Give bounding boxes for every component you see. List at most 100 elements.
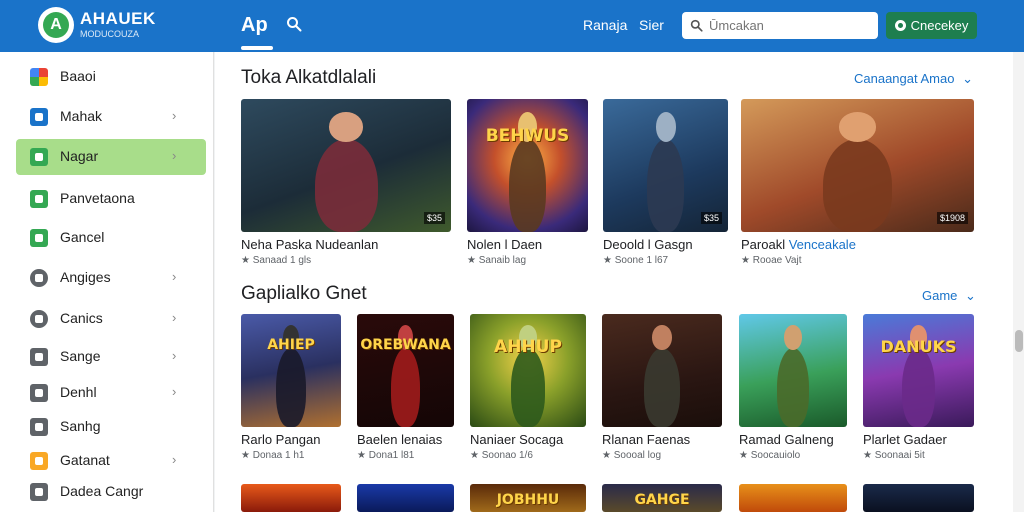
game-title[interactable]: Baelen lenaias — [357, 432, 442, 447]
sidebar-item-label: Gatanat — [60, 452, 110, 468]
game-title-text: Deoold l Gasgn — [603, 237, 693, 252]
icon-glyph — [35, 389, 43, 397]
top-link-sier[interactable]: Sier — [639, 17, 664, 33]
top-bar: A AHAUEK MODUCOUZA Ap Ranaja Sier Cnecek… — [0, 0, 1024, 52]
game-thumbnail[interactable] — [739, 314, 847, 427]
chevron-right-icon: › — [172, 452, 177, 467]
character-figure — [276, 347, 306, 427]
character-head — [838, 112, 877, 142]
game-title[interactable]: Neha Paska Nudeanlan — [241, 237, 378, 252]
game-title-text: Plarlet Gadaer — [863, 432, 947, 447]
section-title-1: Toka Alkatdlalali — [241, 67, 377, 88]
search-icon[interactable] — [286, 16, 302, 32]
chevron-right-icon: › — [172, 348, 177, 363]
game-title-text: Naniaer Socaga — [470, 432, 564, 447]
signin-label: Cnecekey — [910, 18, 969, 33]
character-figure — [509, 138, 546, 232]
game-thumbnail[interactable]: GAHGE — [602, 484, 722, 512]
search-icon — [690, 19, 703, 32]
game-title[interactable]: Paroakl Venceakale — [741, 237, 856, 252]
game-title-text: Ramad Galneng — [739, 432, 834, 447]
scrollbar-track[interactable] — [1013, 52, 1024, 512]
chevron-right-icon: › — [172, 269, 177, 284]
game-title[interactable]: Naniaer Socaga — [470, 432, 563, 447]
icon-glyph — [35, 488, 43, 496]
game-rating: ★ Soocauiolo — [739, 450, 801, 461]
character-figure — [901, 347, 936, 427]
game-rating: ★ Sanaib lag — [467, 255, 527, 266]
top-link-ranaja[interactable]: Ranaja — [583, 17, 627, 33]
image-icon — [30, 384, 48, 402]
icon-glyph — [35, 153, 43, 161]
game-thumbnail[interactable]: $35 — [241, 99, 451, 232]
game-logo-text: AHHUP — [494, 336, 562, 357]
icon-glyph — [35, 423, 43, 431]
price-badge: $35 — [700, 212, 722, 224]
game-title-text: Paroakl — [741, 237, 789, 252]
game-title[interactable]: Rarlo Pangan — [241, 432, 321, 447]
game-title[interactable]: Plarlet Gadaer — [863, 432, 947, 447]
character-head — [329, 112, 363, 142]
book-icon — [30, 190, 48, 208]
game-rating: ★ Dona1 l81 — [357, 450, 415, 461]
game-thumbnail[interactable]: JOBHHU — [470, 484, 586, 512]
section-title-2: Gaplialko Gnet — [241, 283, 367, 304]
character-figure — [510, 347, 546, 427]
game-thumbnail[interactable] — [602, 314, 722, 427]
character-head — [655, 112, 676, 142]
game-thumbnail[interactable]: AHIEP — [241, 314, 341, 427]
game-thumbnail[interactable]: DANUKS — [863, 314, 974, 427]
section-more-1[interactable]: Canaangat Amao ⌄ — [854, 71, 973, 87]
character-figure — [644, 347, 680, 427]
icon-glyph — [35, 195, 43, 203]
account-icon — [894, 20, 906, 31]
game-title[interactable]: Rlanan Faenas — [602, 432, 690, 447]
game-title-highlight: Venceakale — [788, 237, 856, 252]
signin-button[interactable]: Cnecekey — [886, 12, 977, 39]
game-title[interactable]: Deoold l Gasgn — [603, 237, 693, 252]
gamepad-icon — [30, 148, 48, 166]
game-thumbnail[interactable]: $1908 — [741, 99, 974, 232]
search-input[interactable] — [709, 18, 869, 33]
game-thumbnail[interactable] — [863, 484, 974, 512]
game-title-text: Baelen lenaias — [357, 432, 443, 447]
scrollbar-thumb[interactable] — [1015, 330, 1023, 352]
game-logo-text: GAHGE — [634, 492, 690, 508]
search-field[interactable] — [682, 12, 878, 39]
game-thumbnail[interactable] — [357, 484, 454, 512]
brand[interactable]: AHAUEK MODUCOUZA — [80, 10, 156, 39]
app-logo[interactable]: A — [38, 7, 74, 43]
colorful-grid-icon — [30, 68, 48, 86]
tv-icon — [30, 229, 48, 247]
game-rating: ★ Soonaai 5it — [863, 450, 925, 461]
chevron-right-icon: › — [172, 108, 177, 123]
game-title[interactable]: Ramad Galneng — [739, 432, 834, 447]
price-badge: $35 — [423, 212, 445, 224]
game-thumbnail[interactable] — [739, 484, 847, 512]
game-rating: ★ Soone 1 l67 — [603, 255, 669, 266]
game-thumbnail[interactable]: $35 — [603, 99, 728, 232]
game-rating: ★ Donaa 1 h1 — [241, 450, 305, 461]
logo-letter: A — [43, 12, 69, 38]
chevron-down-icon: ⌄ — [962, 71, 973, 86]
character-figure — [314, 138, 378, 232]
game-title[interactable]: Nolen l Daen — [467, 237, 542, 252]
game-logo-text: BEHWUS — [485, 125, 570, 146]
game-thumbnail[interactable] — [241, 484, 341, 512]
game-thumbnail[interactable]: BEHWUS — [467, 99, 588, 232]
icon-glyph — [35, 274, 43, 282]
section-more-1-label: Canaangat Amao — [854, 71, 955, 86]
character-figure — [390, 347, 421, 427]
section-more-2[interactable]: Game ⌄ — [922, 288, 976, 304]
game-rating: ★ Soonao 1/6 — [470, 450, 533, 461]
square-icon — [30, 108, 48, 126]
game-thumbnail[interactable]: OREBWANA — [357, 314, 454, 427]
nav-apps-tab[interactable]: Ap — [241, 14, 268, 37]
brand-title: AHAUEK — [80, 9, 156, 28]
character-figure — [776, 347, 810, 427]
game-thumbnail[interactable]: AHHUP — [470, 314, 586, 427]
sidebar-item-label: Nagar — [60, 148, 99, 164]
icon-glyph — [35, 353, 43, 361]
active-tab-indicator — [241, 46, 273, 50]
icon-glyph — [35, 113, 43, 121]
